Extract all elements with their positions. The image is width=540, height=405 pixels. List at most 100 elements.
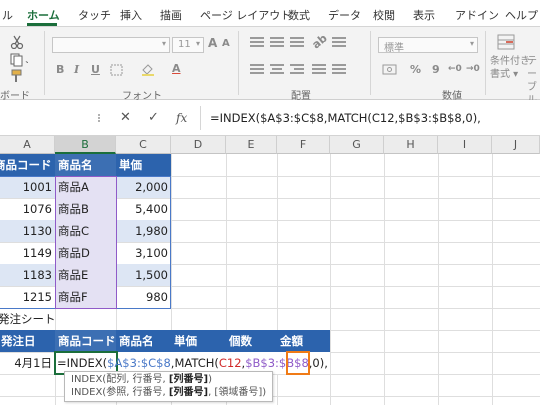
ribbon: ⌄ ボード ▾ 11 ▾ A A B I U A フォント ab 配置 標準 ▾	[0, 27, 540, 132]
table-cell-name[interactable]: 商品F	[55, 286, 116, 308]
column-header-f[interactable]: F	[277, 136, 330, 154]
column-header-c[interactable]: C	[116, 136, 171, 154]
tab-touch[interactable]: タッチ	[78, 7, 111, 23]
order-header-date[interactable]: 発注日	[0, 330, 55, 352]
order-header-price[interactable]: 単価	[171, 330, 226, 352]
formula-bar-grip-icon[interactable]	[96, 114, 102, 122]
borders-icon[interactable]	[110, 64, 124, 76]
comma-style-button[interactable]: 9	[432, 63, 440, 76]
gridline	[438, 154, 439, 405]
align-middle-icon[interactable]	[270, 37, 284, 49]
table-cell-price[interactable]: 5,400	[116, 198, 171, 220]
table-cell-price[interactable]: 2,000	[116, 176, 171, 198]
align-left-icon[interactable]	[250, 64, 264, 76]
table-cell-code[interactable]: 1215	[0, 286, 55, 308]
percent-button[interactable]: %	[410, 63, 421, 76]
table-cell-name[interactable]: 商品D	[55, 242, 116, 264]
decrease-font-icon[interactable]: A	[222, 38, 230, 49]
tab-review[interactable]: 校閲	[373, 7, 395, 23]
tab-formulas[interactable]: 数式	[288, 7, 310, 23]
conditional-format-icon[interactable]	[497, 34, 517, 52]
gridline	[492, 154, 493, 405]
order-sheet-title[interactable]: 発注シート	[0, 308, 118, 330]
table-cell-price[interactable]: 1,500	[116, 264, 171, 286]
number-format-select[interactable]: 標準 ▾	[378, 37, 478, 54]
tab-home[interactable]: ホーム	[27, 7, 60, 23]
group-separator	[44, 31, 45, 95]
tab-view[interactable]: 表示	[413, 7, 435, 23]
orientation-icon[interactable]: ab	[310, 32, 330, 52]
tab-addins[interactable]: アドイン	[455, 7, 499, 23]
table-cell-code[interactable]: 1130	[0, 220, 55, 242]
insert-function-button[interactable]: fx	[176, 111, 187, 125]
align-right-icon[interactable]	[290, 64, 304, 76]
column-header-e[interactable]: E	[226, 136, 277, 154]
table-header-price[interactable]: 単価	[116, 154, 171, 176]
order-header-name[interactable]: 商品名	[116, 330, 171, 352]
currency-icon[interactable]	[382, 63, 398, 76]
table-cell-price[interactable]: 1,980	[116, 220, 171, 242]
tooltip-line-array[interactable]: INDEX(配列, 行番号, [列番号])	[71, 373, 266, 386]
cut-icon[interactable]	[10, 35, 24, 49]
column-header-h[interactable]: H	[384, 136, 438, 154]
enter-button[interactable]: ✓	[148, 110, 159, 125]
italic-button[interactable]: I	[74, 63, 79, 76]
format-painter-icon[interactable]	[10, 69, 24, 83]
table-cell-name[interactable]: 商品B	[55, 198, 116, 220]
tab-page-layout[interactable]: ページ レイアウト	[200, 7, 291, 23]
table-cell-code[interactable]: 1001	[0, 176, 55, 198]
merge-center-icon[interactable]	[332, 64, 346, 76]
table-cell-price[interactable]: 980	[116, 286, 171, 308]
increase-decimal-icon[interactable]: ←0	[448, 64, 462, 74]
align-center-icon[interactable]	[270, 64, 284, 76]
order-header-code[interactable]: 商品コード	[55, 330, 116, 352]
column-header-a[interactable]: A	[0, 136, 55, 154]
active-tab-indicator	[27, 23, 57, 26]
underline-button[interactable]: U	[91, 63, 100, 76]
bold-button[interactable]: B	[56, 63, 64, 76]
table-cell-price[interactable]: 3,100	[116, 242, 171, 264]
copy-icon[interactable]: ⌄	[10, 53, 28, 67]
table-cell-code[interactable]: 1076	[0, 198, 55, 220]
column-header-i[interactable]: I	[438, 136, 492, 154]
gridline	[384, 154, 385, 405]
indent-icon[interactable]	[312, 64, 326, 76]
align-top-icon[interactable]	[250, 37, 264, 49]
conditional-format-button[interactable]: 条件付き 書式 ▾	[490, 55, 530, 81]
table-cell-name[interactable]: 商品A	[55, 176, 116, 198]
font-name-select[interactable]: ▾	[52, 37, 170, 53]
tab-data[interactable]: データ	[328, 7, 361, 23]
chevron-down-icon: ▾	[161, 39, 166, 48]
decrease-decimal-icon[interactable]: →0	[466, 64, 480, 74]
table-cell-code[interactable]: 1183	[0, 264, 55, 286]
formula-input[interactable]: =INDEX($A$3:$C$8,MATCH(C12,$B$3:$B$8,0),	[210, 111, 481, 125]
annotation-highlight-box	[286, 351, 310, 375]
cancel-button[interactable]: ✕	[120, 110, 131, 125]
column-header-b[interactable]: B	[55, 136, 116, 154]
order-cell-date[interactable]: 4月1日	[0, 352, 55, 374]
table-header-code[interactable]: 商品コード	[0, 154, 55, 176]
worksheet-grid[interactable]: A B C D E F G H I J 商品コード 商品名 単価 1001 商品…	[0, 136, 540, 405]
tab-help[interactable]: ヘルプ	[505, 7, 538, 23]
wrap-text-icon[interactable]	[332, 37, 346, 49]
font-color-icon[interactable]: A	[172, 62, 181, 75]
order-header-qty[interactable]: 個数	[226, 330, 277, 352]
fill-color-icon[interactable]	[140, 62, 156, 76]
order-header-amount[interactable]: 金額	[277, 330, 330, 352]
align-bottom-icon[interactable]	[290, 37, 304, 49]
column-header-d[interactable]: D	[171, 136, 226, 154]
formula-bar: ✕ ✓ fx =INDEX($A$3:$C$8,MATCH(C12,$B$3:$…	[0, 100, 540, 136]
increase-font-icon[interactable]: A	[208, 36, 217, 50]
tab-draw[interactable]: 描画	[160, 7, 182, 23]
tab-file[interactable]: ル	[2, 7, 13, 23]
column-header-g[interactable]: G	[330, 136, 384, 154]
table-cell-code[interactable]: 1149	[0, 242, 55, 264]
table-cell-name[interactable]: 商品C	[55, 220, 116, 242]
column-header-j[interactable]: J	[492, 136, 540, 154]
table-cell-name[interactable]: 商品E	[55, 264, 116, 286]
tab-insert[interactable]: 挿入	[120, 7, 142, 23]
table-header-name[interactable]: 商品名	[55, 154, 116, 176]
function-tooltip[interactable]: INDEX(配列, 行番号, [列番号]) INDEX(参照, 行番号, [列番…	[64, 371, 274, 402]
font-size-select[interactable]: 11 ▾	[172, 37, 204, 53]
tooltip-line-reference[interactable]: INDEX(参照, 行番号, [列番号], [領域番号])	[71, 386, 266, 399]
